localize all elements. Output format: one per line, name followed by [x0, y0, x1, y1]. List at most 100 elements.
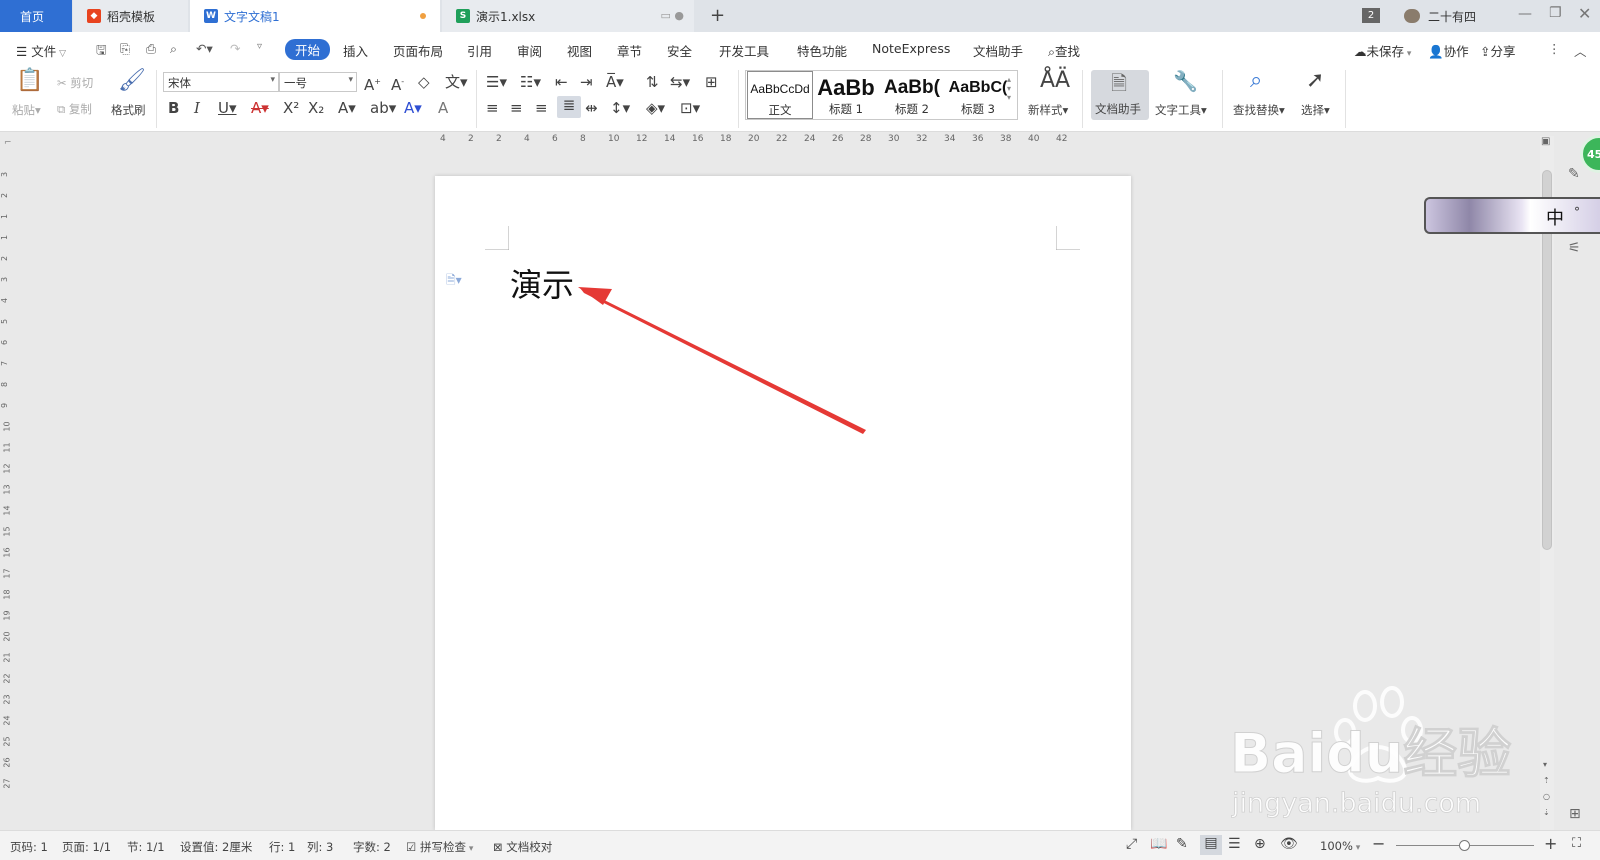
- grid-icon[interactable]: ⊞: [1569, 806, 1581, 822]
- highlight-icon[interactable]: ab▾: [370, 99, 396, 117]
- reading-mode-icon[interactable]: 📖: [1150, 836, 1167, 852]
- prev-page-icon[interactable]: ⇡: [1543, 776, 1550, 785]
- customize-toolbar-icon[interactable]: ▿: [257, 41, 262, 52]
- tab-special-features[interactable]: 特色功能: [797, 41, 847, 60]
- format-painter-button[interactable]: 格式刷: [111, 102, 146, 118]
- shading-icon[interactable]: ◈▾: [646, 99, 665, 117]
- new-style-button[interactable]: 新样式▾: [1028, 102, 1068, 118]
- style-heading-1[interactable]: AaBb 标题 1: [813, 71, 879, 119]
- print-preview-icon[interactable]: ⌕: [170, 41, 177, 57]
- ime-widget[interactable]: 中 °: [1424, 197, 1600, 234]
- redo-icon[interactable]: ↷: [230, 41, 240, 56]
- paste-button[interactable]: 粘贴▾: [12, 102, 41, 118]
- collaborate-button[interactable]: 👤协作: [1428, 41, 1469, 60]
- italic-icon[interactable]: I: [194, 99, 200, 117]
- zoom-slider-thumb[interactable]: [1459, 840, 1470, 851]
- tab-insert[interactable]: 插入: [343, 41, 368, 60]
- scroll-down-icon[interactable]: ▾: [1543, 760, 1547, 769]
- pen-icon[interactable]: ✎: [1568, 166, 1580, 182]
- underline-icon[interactable]: U▾: [218, 99, 237, 117]
- tab-daoke-template[interactable]: ◆ 稻壳模板: [73, 0, 188, 32]
- status-page-number[interactable]: 页码: 1: [10, 839, 48, 855]
- vertical-scrollbar[interactable]: ▣ ▾ ⇡ ○ ⇣: [1540, 136, 1554, 830]
- status-section[interactable]: 节: 1/1: [127, 839, 165, 855]
- window-count-badge[interactable]: 2: [1362, 8, 1380, 23]
- table-layout-icon[interactable]: ⊞: [705, 73, 718, 91]
- tab-security[interactable]: 安全: [667, 41, 692, 60]
- save-icon[interactable]: 🖫: [96, 41, 107, 62]
- paste-icon[interactable]: 📋: [16, 70, 43, 92]
- fullscreen-icon[interactable]: ⤢: [1126, 836, 1137, 852]
- show-marks-icon[interactable]: ⇆▾: [670, 73, 690, 91]
- cut-button[interactable]: ✂ 剪切: [57, 75, 93, 91]
- export-pdf-icon[interactable]: ⎘: [120, 41, 130, 57]
- tab-view[interactable]: 视图: [567, 41, 592, 60]
- vertical-ruler[interactable]: 3 2 1 1 2 3 4 5 6 7 8 9 10 11 12 13 14 15 16 17 18 19 20 21 22 23…: [0, 170, 14, 830]
- line-spacing-icon[interactable]: ↕▾: [610, 99, 630, 117]
- minimize-icon[interactable]: —: [1518, 6, 1532, 22]
- close-icon[interactable]: ✕: [1578, 4, 1591, 23]
- print-icon[interactable]: ⎙: [146, 41, 156, 57]
- align-left-icon[interactable]: ≡: [486, 99, 499, 117]
- bullet-list-icon[interactable]: ☰▾: [486, 73, 507, 91]
- search-menu[interactable]: ⌕查找: [1048, 41, 1080, 60]
- ime-settings-icon[interactable]: °: [1574, 205, 1580, 219]
- status-pages[interactable]: 页面: 1/1: [62, 839, 111, 855]
- select-browse-object-icon[interactable]: ○: [1543, 792, 1550, 801]
- text-tools-button[interactable]: 文字工具▾: [1155, 102, 1207, 118]
- zoom-out-icon[interactable]: −: [1372, 834, 1385, 853]
- new-tab-button[interactable]: +: [710, 5, 725, 26]
- sliders-icon[interactable]: ⚟: [1568, 240, 1581, 256]
- write-mode-icon[interactable]: ✎: [1176, 836, 1188, 852]
- tab-selector-icon[interactable]: ⌐: [4, 138, 12, 148]
- distribute-icon[interactable]: ⇹: [585, 99, 598, 117]
- share-button[interactable]: ⇪分享: [1480, 41, 1516, 60]
- tab-page-layout[interactable]: 页面布局: [393, 41, 443, 60]
- file-menu[interactable]: ☰ 文件 ▽: [16, 41, 66, 60]
- tab-document[interactable]: W 文字文稿1: [190, 0, 440, 32]
- text-effect-icon[interactable]: A▾: [338, 99, 356, 117]
- status-setting[interactable]: 设置值: 2厘米: [180, 839, 252, 855]
- cursor-icon[interactable]: ➚: [1306, 70, 1324, 92]
- superscript-icon[interactable]: X²: [283, 99, 299, 117]
- tab-review[interactable]: 审阅: [517, 41, 542, 60]
- decrease-font-icon[interactable]: A-: [391, 73, 404, 94]
- next-page-icon[interactable]: ⇣: [1543, 808, 1550, 817]
- increase-font-icon[interactable]: A+: [364, 73, 381, 94]
- spell-check-button[interactable]: ☑ 拼写检查 ▾: [406, 839, 473, 855]
- text-direction-icon[interactable]: A̅▾: [606, 73, 624, 91]
- restore-icon[interactable]: ❐: [1549, 5, 1562, 21]
- strikethrough-icon[interactable]: A▾: [251, 99, 269, 117]
- find-replace-button[interactable]: 查找替换▾: [1233, 102, 1285, 118]
- tab-references[interactable]: 引用: [467, 41, 492, 60]
- style-normal[interactable]: AaBbCcDd 正文: [747, 71, 813, 119]
- user-name[interactable]: 二十有四: [1428, 8, 1476, 25]
- unsaved-status[interactable]: ☁未保存 ▾: [1354, 41, 1411, 60]
- document-text[interactable]: 演示: [510, 260, 574, 306]
- gallery-scroll-icon[interactable]: ▴ ▾ ▾: [1007, 75, 1011, 102]
- select-button[interactable]: 选择▾: [1301, 102, 1330, 118]
- more-options-icon[interactable]: ⋮: [1548, 41, 1561, 56]
- font-name-select[interactable]: 宋体 ▾: [163, 72, 279, 92]
- decrease-indent-icon[interactable]: ⇤: [555, 73, 568, 91]
- document-page[interactable]: 🗎▾ 演示: [435, 176, 1131, 830]
- tab-spreadsheet[interactable]: S 演示1.xlsx ▭ ●: [442, 0, 694, 32]
- align-right-icon[interactable]: ≡: [535, 99, 548, 117]
- tab-noteexpress[interactable]: NoteExpress: [872, 41, 950, 56]
- page-view-icon[interactable]: ▤: [1200, 835, 1222, 855]
- doc-assistant-button[interactable]: 🗎 文档助手: [1091, 70, 1149, 120]
- magnifier-icon[interactable]: ⌕: [1250, 70, 1262, 92]
- format-painter-icon[interactable]: 🖌: [118, 70, 146, 92]
- status-word-count[interactable]: 字数: 2: [353, 839, 391, 855]
- phonetic-guide-icon[interactable]: 文▾: [445, 73, 468, 91]
- undo-icon[interactable]: ↶▾: [196, 41, 213, 56]
- doc-proof-button[interactable]: ⊠ 文档校对: [493, 839, 552, 855]
- numbered-list-icon[interactable]: ☷▾: [520, 73, 541, 91]
- avatar[interactable]: [1404, 9, 1420, 23]
- status-row[interactable]: 行: 1: [269, 839, 295, 855]
- fit-window-icon[interactable]: ⛶: [1572, 836, 1581, 851]
- floating-badge[interactable]: 45: [1580, 135, 1600, 173]
- font-color-icon[interactable]: A▾: [404, 99, 422, 117]
- collapse-ribbon-icon[interactable]: ︿: [1574, 41, 1587, 60]
- horizontal-ruler[interactable]: 4 2 2 4 6 8 10 12 14 16 18 20 22 24 26 28 30 32 34 36 38 40 42: [440, 132, 1100, 148]
